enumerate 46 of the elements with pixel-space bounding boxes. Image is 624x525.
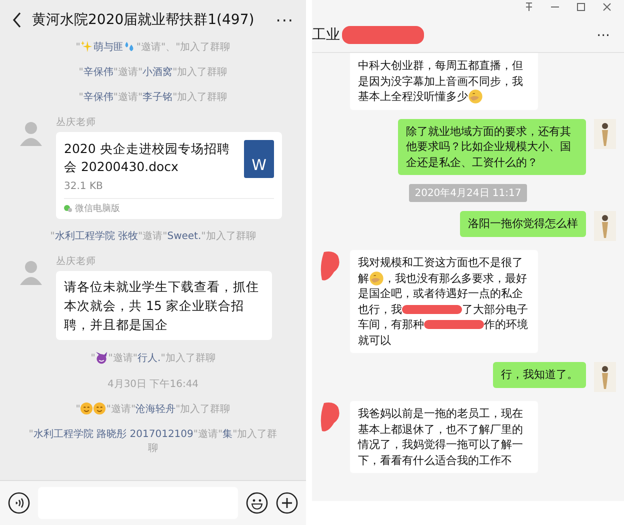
chat-title: 工业 [312, 26, 340, 44]
sender-name: 丛庆老师 [56, 116, 97, 129]
figure-avatar-icon [594, 211, 616, 241]
figure-avatar-icon [594, 118, 616, 148]
more-button[interactable]: ··· [596, 28, 610, 44]
redaction-mark [424, 320, 484, 330]
system-message: "水利工程学院 路晓彤 2017012109"邀请"集"加入了群聊 [28, 428, 278, 456]
system-message: "辛保伟"邀请"小酒窝"加入了群聊 [78, 66, 228, 80]
figure-avatar-icon [594, 362, 616, 392]
add-icon[interactable] [276, 492, 298, 514]
sent-message-bubble: 除了就业地域方面的要求，还有其他要求吗？比如企业规模大小、国企还是私企、工资什么的？ [398, 118, 586, 175]
devil-face-icon [95, 351, 108, 364]
sender-name: 丛庆老师 [56, 255, 97, 268]
system-message: " "邀请"行人."加入了群聊 [90, 351, 216, 366]
sent-message-bubble: 洛阳一拖你觉得怎么样 [460, 211, 586, 236]
redaction-mark [402, 304, 462, 314]
file-message-card[interactable]: 2020 央企走进校园专场招聘会 20200430.docx 32.1 KB W 微信电脑版 [56, 132, 282, 219]
file-source: 微信电脑版 [75, 202, 120, 215]
system-message: "辛保伟"邀请"李子铭"加入了群聊 [78, 91, 228, 105]
voice-icon[interactable] [8, 492, 30, 514]
sparkles-icon [80, 40, 94, 53]
smiley-icon [80, 402, 94, 415]
message-bubble: 请各位未就业学生下载查看，抓住本次就会，共 15 家企业联合招聘，并且都是国企 [56, 271, 272, 340]
file-name: 2020 央企走进校园专场招聘会 20200430.docx [64, 140, 231, 176]
file-size: 32.1 KB [64, 181, 104, 192]
wechat-icon [64, 205, 72, 212]
system-message: "水利工程学院 张牧"邀请"Sweet."加入了群聊 [49, 230, 257, 244]
chat-title: 黄河水院2020届就业帮扶群1(497) [32, 11, 256, 29]
back-icon[interactable] [12, 12, 22, 28]
received-message-bubble: 我爸妈以前是一拖的老员工，现在基本上都退休了，也不了解厂里的情况了，我妈觉得一拖可以了解一下，看看有什么适合我的工作不 [350, 401, 538, 473]
word-document-icon: W [244, 140, 274, 178]
emoji-icon[interactable] [246, 492, 268, 514]
received-message-bubble: 我对规模和工资这方面也不是很了解 ，我也没有那么多要求，最好是国企吧，或者待遇好一点的私企也行，我 了大部分电子车间，有那种 作的环境就可以 [350, 250, 538, 353]
timestamp: 4月30日 下午16:44 [106, 378, 200, 391]
close-icon[interactable] [602, 2, 612, 12]
received-message-bubble: 中科大创业群，每周五都直播，但是因为没字幕加上音画不同步，我基本上全程没听懂多少 [350, 53, 538, 110]
pin-icon[interactable] [524, 2, 534, 12]
more-button[interactable]: ··· [276, 10, 294, 30]
smiley-icon [93, 402, 106, 415]
system-message: " "邀请"沧海轻舟"加入了群聊 [74, 402, 232, 417]
timestamp: 2020年4月24日 11:17 [408, 184, 528, 202]
system-message: " 萌与匪 "邀请"、"加入了群聊 [74, 40, 232, 55]
facepalm-emoji-icon [468, 89, 483, 104]
maximize-icon[interactable] [576, 2, 586, 12]
facepalm-emoji-icon [369, 270, 384, 286]
sent-message-bubble: 行，我知道了。 [493, 362, 586, 388]
